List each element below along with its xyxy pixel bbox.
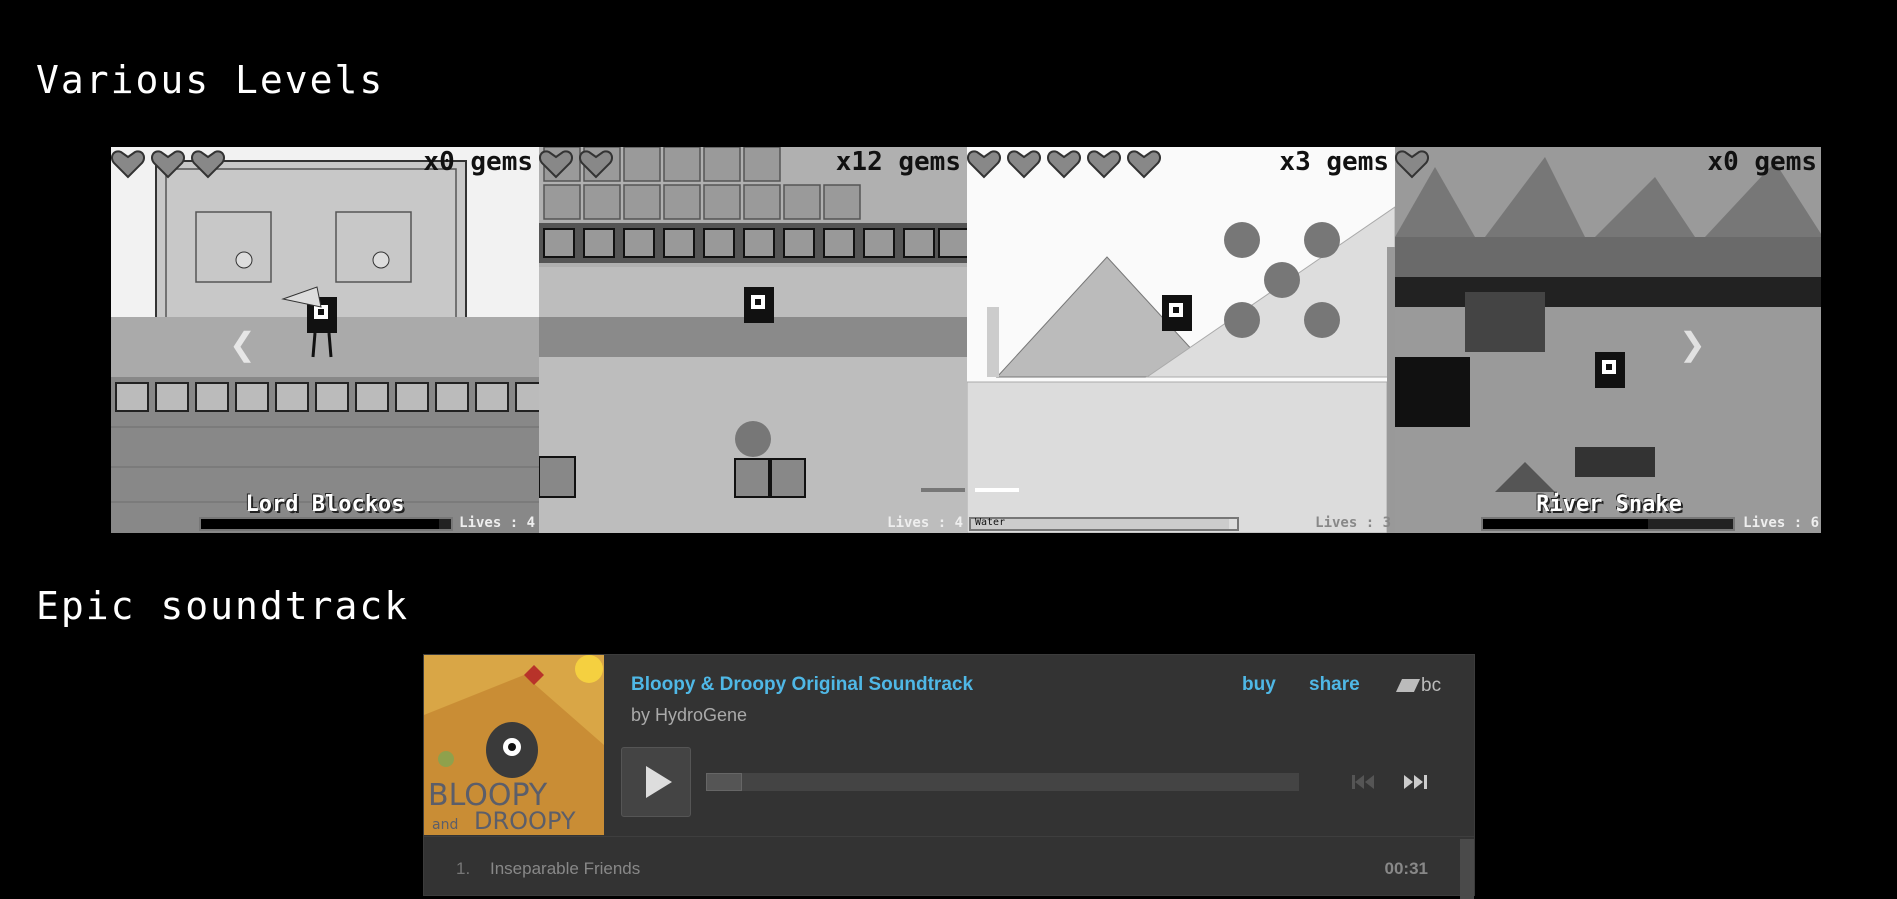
slide-2-scene bbox=[539, 147, 967, 533]
album-art-and: and bbox=[432, 817, 458, 833]
water-bar-label: Water bbox=[975, 517, 1006, 528]
gem-counter: x12 gems bbox=[835, 147, 961, 177]
gem-counter: x0 gems bbox=[1707, 147, 1817, 177]
heart-icon bbox=[191, 149, 225, 179]
bandcamp-player: BLOOPY and DROOPY Bloopy & Droopy Origin… bbox=[423, 654, 1475, 899]
skip-back-icon bbox=[1352, 775, 1374, 789]
carousel-indicators bbox=[921, 488, 1019, 492]
slide-river-snake: x0 gems River Snake Lives : 6 bbox=[1395, 147, 1821, 533]
album-artist: by HydroGene bbox=[631, 705, 748, 725]
bandcamp-logo-text: bc bbox=[1421, 675, 1442, 696]
lives-counter: Lives : 4 bbox=[459, 515, 535, 531]
gem-counter: x0 gems bbox=[423, 147, 533, 177]
previous-track-button[interactable] bbox=[1350, 771, 1376, 793]
next-track-button[interactable] bbox=[1402, 771, 1432, 793]
water-bar-fill bbox=[971, 519, 1230, 529]
level-name: Lord Blockos bbox=[245, 492, 405, 517]
water-bar: Water bbox=[969, 517, 1239, 531]
heart-icon bbox=[579, 149, 613, 179]
level-name: River Snake bbox=[1536, 492, 1682, 517]
slide-level-2: x12 gems Lives : 4 bbox=[539, 147, 967, 533]
tracklist-scrollbar[interactable] bbox=[1460, 839, 1474, 899]
lives-counter: Lives : 3 bbox=[1315, 515, 1391, 531]
buy-link[interactable]: buy bbox=[1242, 674, 1276, 696]
album-art-subtitle: DROOPY bbox=[474, 807, 576, 835]
track-number: 1. bbox=[456, 859, 471, 878]
play-button[interactable] bbox=[621, 747, 691, 817]
bandcamp-logo-icon bbox=[1395, 679, 1421, 692]
levels-carousel[interactable]: x0 gems Lord Blockos Lives : 4 x12 gems … bbox=[111, 147, 1821, 533]
chevron-right-icon[interactable]: ❯ bbox=[1679, 325, 1706, 363]
progress-bar[interactable] bbox=[706, 773, 1299, 791]
heart-icon bbox=[1395, 149, 1429, 179]
heart-icon bbox=[1047, 149, 1081, 179]
progress-handle[interactable] bbox=[706, 773, 742, 791]
slide-1-scene bbox=[111, 147, 539, 533]
health-bar-fill bbox=[201, 519, 439, 529]
heart-icon bbox=[1127, 149, 1161, 179]
share-link[interactable]: share bbox=[1309, 674, 1360, 696]
carousel-indicator-2[interactable] bbox=[975, 488, 1019, 492]
lives-counter: Lives : 6 bbox=[1743, 515, 1819, 531]
slide-3-scene bbox=[967, 147, 1395, 533]
soundtrack-heading: Epic soundtrack bbox=[36, 584, 410, 628]
track-row[interactable]: 1. Inseparable Friends 00:31 bbox=[424, 837, 1458, 893]
heart-icon bbox=[151, 149, 185, 179]
health-bar bbox=[1481, 517, 1735, 531]
slide-level-3: x3 gems Water Lives : 3 bbox=[967, 147, 1395, 533]
health-bar bbox=[199, 517, 453, 531]
heart-icon bbox=[1087, 149, 1121, 179]
heart-icon bbox=[111, 149, 145, 179]
bandcamp-logo[interactable]: bc bbox=[1395, 675, 1442, 697]
heart-icon bbox=[967, 149, 1001, 179]
slide-4-scene bbox=[1395, 147, 1821, 533]
album-art[interactable]: BLOOPY and DROOPY bbox=[424, 655, 604, 835]
heart-icon bbox=[1007, 149, 1041, 179]
lives-counter: Lives : 4 bbox=[887, 515, 963, 531]
album-title-link[interactable]: Bloopy & Droopy Original Soundtrack bbox=[631, 674, 973, 696]
chevron-left-icon[interactable]: ❮ bbox=[229, 325, 256, 363]
skip-forward-icon bbox=[1404, 775, 1427, 789]
heart-icon bbox=[539, 149, 573, 179]
track-title[interactable]: Inseparable Friends bbox=[490, 859, 640, 879]
tracklist: 1. Inseparable Friends 00:31 bbox=[424, 836, 1474, 899]
gem-counter: x3 gems bbox=[1279, 147, 1389, 177]
track-duration: 00:31 bbox=[1384, 859, 1428, 878]
slide-lord-blockos: x0 gems Lord Blockos Lives : 4 bbox=[111, 147, 539, 533]
health-bar-fill bbox=[1483, 519, 1648, 529]
play-icon bbox=[646, 766, 672, 798]
carousel-indicator-1[interactable] bbox=[921, 488, 965, 492]
levels-heading: Various Levels bbox=[36, 58, 385, 102]
